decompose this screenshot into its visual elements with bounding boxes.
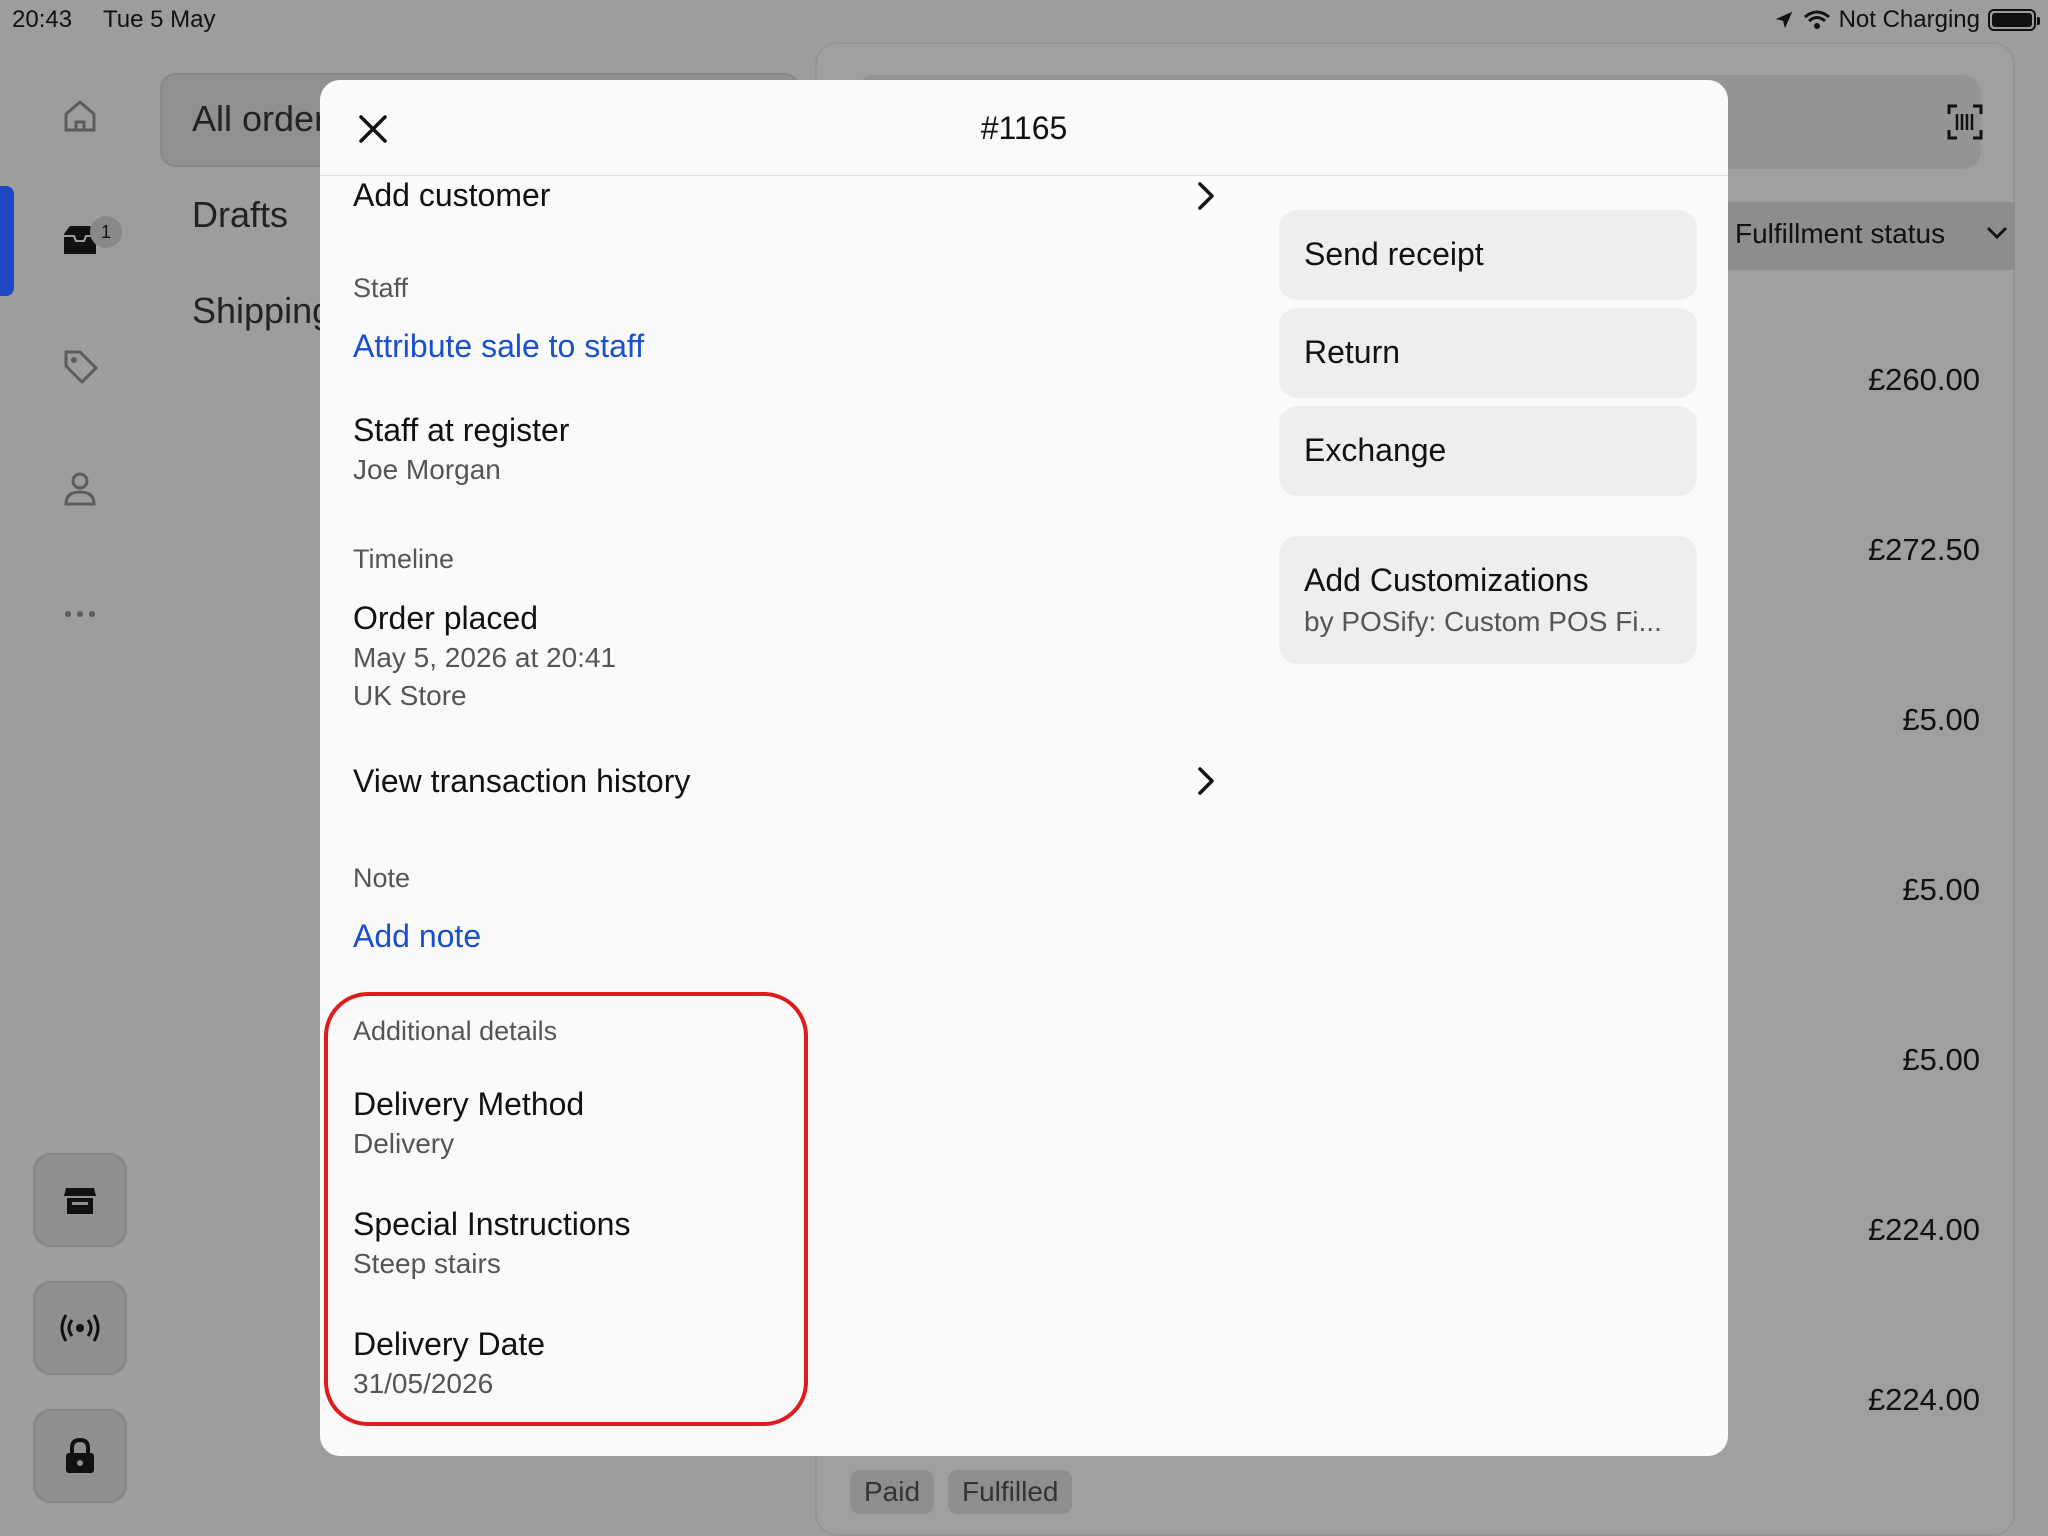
add-customizations-button[interactable]: Add Customizations by POSify: Custom POS…: [1279, 536, 1697, 664]
delivery-date-title: Delivery Date: [353, 1326, 546, 1362]
charging-status: Not Charging: [1838, 6, 1980, 33]
tag-icon[interactable]: [60, 346, 100, 386]
chevron-right-icon: [1198, 182, 1214, 210]
send-receipt-label: Send receipt: [1304, 236, 1484, 272]
order-detail-modal: #1165 Add customer Staff Attribute sale …: [320, 80, 1728, 1456]
broadcast-button[interactable]: [33, 1281, 127, 1375]
store-icon: [64, 1188, 96, 1214]
store-button[interactable]: [33, 1153, 127, 1247]
more-dots-icon[interactable]: [60, 594, 100, 634]
staff-section-label: Staff: [353, 273, 409, 303]
attribute-sale-link[interactable]: Attribute sale to staff: [353, 328, 644, 365]
timeline-section-label: Timeline: [353, 544, 455, 574]
paid-chip: Paid: [850, 1470, 935, 1514]
nav-item-drafts[interactable]: Drafts: [192, 194, 288, 236]
staff-name: Joe Morgan: [353, 454, 501, 485]
exchange-button[interactable]: Exchange: [1279, 406, 1697, 496]
staff-at-register-title: Staff at register: [353, 412, 570, 448]
order-price: £5.00: [1902, 1042, 1980, 1077]
modal-title: #1165: [980, 110, 1068, 146]
rail-active-indicator: [0, 186, 14, 296]
order-placed-title: Order placed: [353, 600, 538, 636]
person-icon[interactable]: [60, 468, 100, 508]
chevron-down-icon: [1986, 226, 2008, 240]
status-bar: 20:43 Tue 5 May Not Charging: [0, 0, 2048, 40]
fulfilled-chip: Fulfilled: [948, 1470, 1073, 1514]
exchange-label: Exchange: [1304, 432, 1447, 468]
broadcast-icon: [60, 1314, 100, 1342]
delivery-method-value: Delivery: [353, 1128, 455, 1159]
modal-header: #1165: [320, 80, 1728, 176]
location-icon: [1775, 11, 1792, 29]
additional-details-label: Additional details: [353, 1016, 558, 1046]
special-instructions-value: Steep stairs: [353, 1248, 501, 1279]
lock-icon: [66, 1437, 94, 1473]
return-label: Return: [1304, 334, 1401, 370]
note-section-label: Note: [353, 863, 411, 893]
status-time: 20:43: [12, 6, 73, 33]
order-price: £5.00: [1902, 702, 1980, 737]
add-note-link[interactable]: Add note: [353, 918, 481, 955]
chevron-right-icon: [1198, 767, 1214, 795]
order-price: £224.00: [1867, 1382, 1980, 1417]
nav-item-shipping[interactable]: Shipping: [192, 290, 332, 332]
order-price: £5.00: [1902, 872, 1980, 907]
wifi-icon: [1803, 10, 1830, 29]
view-transaction-history-row[interactable]: View transaction history: [353, 763, 690, 800]
status-date: Tue 5 May: [103, 6, 216, 33]
fulfillment-status-label: Fulfillment status: [1735, 218, 1946, 249]
delivery-method-title: Delivery Method: [353, 1086, 585, 1122]
lock-button[interactable]: [33, 1409, 127, 1503]
barcode-scan-icon[interactable]: [1947, 104, 1983, 140]
order-placed-date: May 5, 2026 at 20:41: [353, 642, 617, 673]
order-price: £272.50: [1867, 532, 1980, 567]
status-right: Not Charging: [1773, 6, 2040, 34]
order-placed-store: UK Store: [353, 680, 467, 711]
home-icon[interactable]: [60, 96, 100, 136]
orders-badge: 1: [90, 216, 122, 248]
add-customer-row[interactable]: Add customer: [353, 177, 550, 214]
battery-icon: [1988, 9, 2040, 31]
add-customizations-title: Add Customizations: [1304, 562, 1589, 598]
order-price: £260.00: [1867, 362, 1980, 397]
delivery-date-value: 31/05/2026: [353, 1368, 494, 1399]
return-button[interactable]: Return: [1279, 308, 1697, 398]
order-price: £224.00: [1867, 1212, 1980, 1247]
send-receipt-button[interactable]: Send receipt: [1279, 210, 1697, 300]
special-instructions-title: Special Instructions: [353, 1206, 631, 1242]
add-customizations-subtitle: by POSify: Custom POS Fi...: [1304, 606, 1662, 637]
